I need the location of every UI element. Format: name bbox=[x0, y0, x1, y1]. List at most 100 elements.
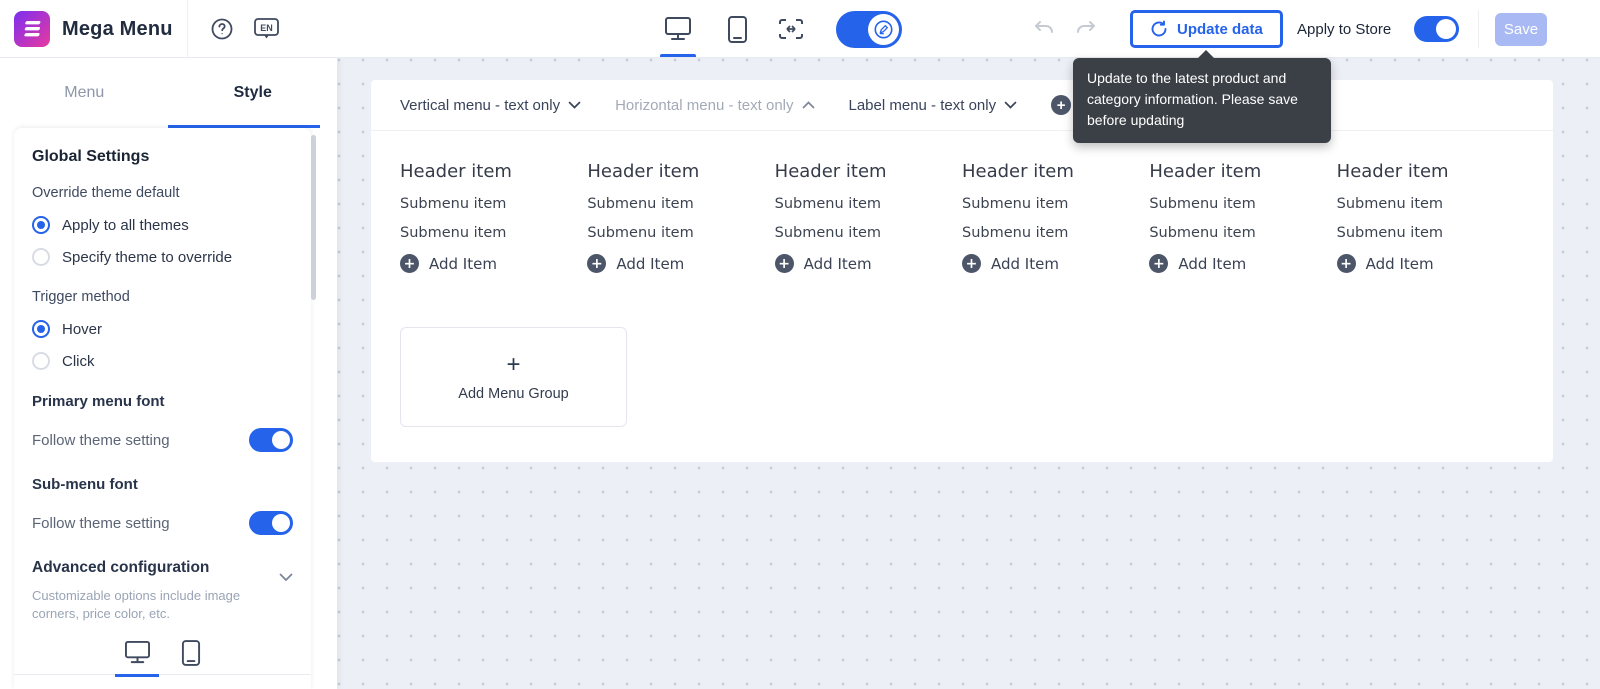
chevron-down-icon bbox=[1004, 101, 1017, 109]
plus-icon: + bbox=[400, 254, 419, 273]
undo-icon[interactable] bbox=[1032, 18, 1056, 40]
full-width-preview-icon[interactable] bbox=[776, 16, 806, 42]
header-item[interactable]: Header item bbox=[587, 161, 774, 182]
tab-style[interactable]: Style bbox=[169, 58, 338, 128]
header-item[interactable]: Header item bbox=[1337, 161, 1524, 182]
menu-tab-horizontal[interactable]: Horizontal menu - text only bbox=[615, 97, 814, 114]
add-item-button[interactable]: + Add Item bbox=[1149, 254, 1336, 273]
trigger-method-label: Trigger method bbox=[32, 289, 130, 305]
override-theme-label: Override theme default bbox=[32, 185, 180, 201]
update-data-label: Update data bbox=[1177, 20, 1263, 38]
language-en-icon[interactable]: EN bbox=[251, 15, 281, 43]
submenu-item[interactable]: Submenu item bbox=[400, 225, 587, 241]
app-title: Mega Menu bbox=[62, 17, 173, 40]
radio-icon bbox=[32, 352, 50, 370]
submenu-item[interactable]: Submenu item bbox=[1337, 225, 1524, 241]
menu-tab-bar: Vertical menu - text only Horizontal men… bbox=[371, 80, 1553, 131]
add-item-button[interactable]: + Add Item bbox=[774, 254, 962, 273]
submenu-item[interactable]: Submenu item bbox=[962, 225, 1149, 241]
advanced-configuration-label: Advanced configuration bbox=[32, 559, 210, 576]
add-item-button[interactable]: + Add Item bbox=[961, 254, 1149, 273]
save-button[interactable]: Save bbox=[1495, 13, 1547, 46]
submenu-item[interactable]: Submenu item bbox=[1337, 196, 1524, 212]
radio-specify-theme[interactable]: Specify theme to override bbox=[32, 248, 293, 266]
desktop-preview-icon[interactable] bbox=[662, 15, 694, 43]
chevron-down-icon bbox=[568, 101, 581, 109]
plus-icon: + bbox=[1336, 254, 1356, 273]
radio-click[interactable]: Click bbox=[32, 352, 293, 370]
sidebar-scrollbar[interactable] bbox=[311, 135, 316, 300]
edit-mode-toggle[interactable] bbox=[836, 11, 902, 48]
add-item-button[interactable]: + Add Item bbox=[587, 254, 774, 273]
submenu-item[interactable]: Submenu item bbox=[587, 196, 774, 212]
sidebar-desktop-icon[interactable] bbox=[115, 631, 159, 677]
add-item-button[interactable]: + Add Item bbox=[400, 254, 587, 273]
preview-canvas: Vertical menu - text only Horizontal men… bbox=[337, 58, 1600, 689]
submenu-item[interactable]: Submenu item bbox=[1149, 225, 1336, 241]
menu-group-column: Header item Submenu item Submenu item + … bbox=[961, 161, 1149, 273]
plus-icon: + bbox=[1149, 254, 1169, 273]
chevron-down-icon bbox=[279, 573, 293, 582]
global-settings-card: Global Settings Override theme default A… bbox=[14, 128, 311, 689]
topbar-divider bbox=[187, 0, 188, 58]
submenu-font-label: Sub-menu font bbox=[32, 476, 138, 493]
advanced-configuration-section[interactable]: Advanced configuration Customizable opti… bbox=[32, 559, 293, 623]
menu-group-column: Header item Submenu item Submenu item + … bbox=[1336, 161, 1524, 273]
menu-tab-label[interactable]: Label menu - text only bbox=[849, 97, 1018, 114]
menu-group-column: Header item Submenu item Submenu item + … bbox=[774, 161, 962, 273]
primary-font-theme-toggle[interactable] bbox=[249, 428, 293, 452]
menu-group-column: Header item Submenu item Submenu item + … bbox=[587, 161, 774, 273]
menu-tab-vertical[interactable]: Vertical menu - text only bbox=[400, 97, 581, 114]
apply-to-store-toggle[interactable] bbox=[1414, 16, 1459, 42]
sidebar-tabs: Menu Style bbox=[0, 58, 337, 128]
menu-preview-panel: Vertical menu - text only Horizontal men… bbox=[371, 80, 1553, 462]
submenu-item[interactable]: Submenu item bbox=[962, 196, 1149, 212]
apply-to-store-label: Apply to Store bbox=[1297, 20, 1392, 38]
top-bar: Mega Menu EN Update data Apply to Store … bbox=[0, 0, 1600, 58]
help-icon[interactable] bbox=[208, 16, 236, 42]
add-menu-group-button[interactable]: + Add Menu Group bbox=[400, 327, 627, 427]
advanced-configuration-description: Customizable options include image corne… bbox=[32, 588, 241, 621]
header-item[interactable]: Header item bbox=[1149, 161, 1336, 182]
radio-apply-all-themes[interactable]: Apply to all themes bbox=[32, 216, 293, 234]
chevron-up-icon bbox=[802, 101, 814, 109]
update-data-button[interactable]: Update data bbox=[1130, 10, 1283, 48]
sidebar-device-switcher bbox=[14, 631, 311, 677]
submenu-item[interactable]: Submenu item bbox=[775, 225, 962, 241]
radio-hover[interactable]: Hover bbox=[32, 320, 293, 338]
header-item[interactable]: Header item bbox=[400, 161, 587, 182]
submenu-item[interactable]: Submenu item bbox=[400, 196, 587, 212]
radio-icon bbox=[32, 320, 50, 338]
plus-icon: + bbox=[961, 254, 981, 273]
topbar-divider-2 bbox=[1478, 10, 1479, 48]
mobile-preview-icon[interactable] bbox=[724, 14, 750, 44]
submenu-item[interactable]: Submenu item bbox=[775, 196, 962, 212]
refresh-icon bbox=[1151, 20, 1167, 37]
submenu-item[interactable]: Submenu item bbox=[1149, 196, 1336, 212]
header-item[interactable]: Header item bbox=[962, 161, 1149, 182]
submenu-item[interactable]: Submenu item bbox=[587, 225, 774, 241]
submenu-font-toggle-row: Follow theme setting bbox=[32, 511, 293, 535]
header-item[interactable]: Header item bbox=[775, 161, 962, 182]
primary-font-toggle-row: Follow theme setting bbox=[32, 428, 293, 452]
submenu-font-theme-toggle[interactable] bbox=[249, 511, 293, 535]
menu-group-column: Header item Submenu item Submenu item + … bbox=[400, 161, 587, 273]
tab-menu[interactable]: Menu bbox=[0, 58, 169, 128]
horizontal-menu-preview: Header item Submenu item Submenu item + … bbox=[371, 131, 1553, 273]
svg-text:EN: EN bbox=[260, 23, 273, 33]
global-settings-title: Global Settings bbox=[32, 148, 150, 165]
add-new-menu-button[interactable]: + bbox=[1051, 95, 1072, 115]
radio-icon bbox=[32, 216, 50, 234]
sidebar-mobile-icon[interactable] bbox=[181, 631, 201, 675]
app-logo-icon bbox=[14, 11, 50, 47]
redo-icon[interactable] bbox=[1074, 18, 1098, 40]
plus-icon: + bbox=[587, 254, 607, 273]
edit-mode-pencil-icon bbox=[868, 14, 899, 45]
primary-menu-font-label: Primary menu font bbox=[32, 393, 165, 410]
mega-menu-app: Mega Menu EN Update data Apply to Store … bbox=[0, 0, 1600, 689]
add-item-button[interactable]: + Add Item bbox=[1336, 254, 1524, 273]
update-data-tooltip: Update to the latest product and categor… bbox=[1073, 50, 1331, 143]
plus-icon: + bbox=[506, 350, 521, 378]
settings-sidebar: Menu Style Global Settings Override them… bbox=[0, 58, 337, 689]
plus-icon: + bbox=[774, 254, 794, 273]
